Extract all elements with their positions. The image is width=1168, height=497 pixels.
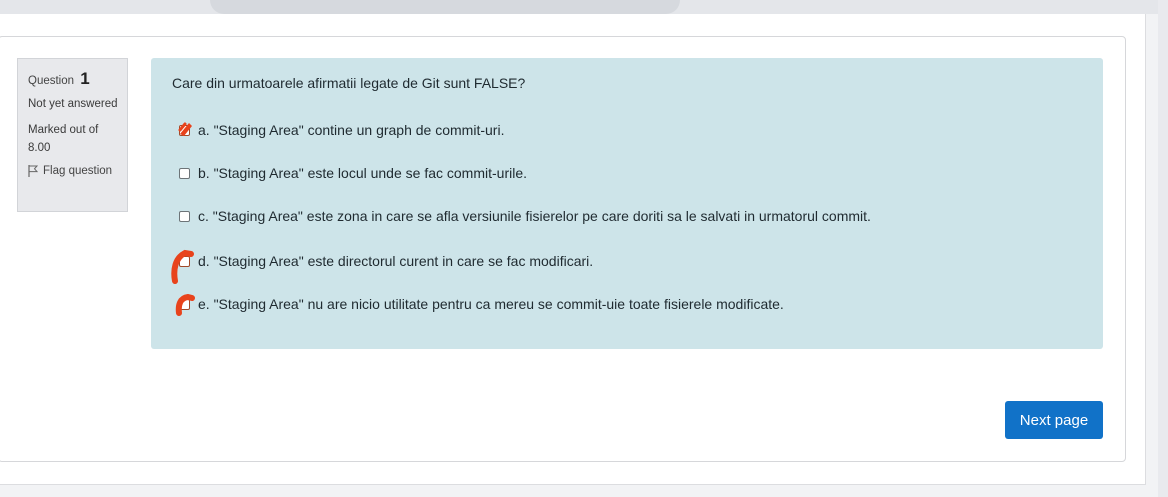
answer-checkbox-a[interactable] [179,124,190,136]
answer-letter-c: c. [198,208,209,224]
next-page-button[interactable]: Next page [1005,401,1103,439]
answer-letter-d: d. [198,253,210,269]
answer-option-c[interactable]: c. "Staging Area" este zona in care se a… [179,206,871,226]
window-right-edge [1158,0,1168,497]
question-text: Care din urmatoarele afirmatii legate de… [172,75,526,91]
answer-checkbox-e[interactable] [179,298,190,310]
question-number-line: Question 1 [28,69,119,89]
flag-question-label: Flag question [43,165,113,177]
question-info: Question 1 Not yet answered Marked out o… [17,58,128,212]
top-shade [210,0,680,14]
answer-text-d: "Staging Area" este directorul curent in… [213,253,594,269]
answer-text-c: "Staging Area" este zona in care se afla… [212,208,871,224]
browser-top-strip [0,0,1168,14]
answer-option-b[interactable]: b. "Staging Area" este locul unde se fac… [179,163,527,183]
answer-text-b: "Staging Area" este locul unde se fac co… [213,165,528,181]
answer-letter-a: a. [198,122,210,138]
question-status: Not yet answered [28,98,118,110]
answer-text-a: "Staging Area" contine un graph de commi… [213,122,505,138]
answer-checkbox-c[interactable] [179,210,190,222]
question-number: 1 [80,69,90,88]
answer-option-d[interactable]: d. "Staging Area" este directorul curent… [179,251,593,271]
answer-text-e: "Staging Area" nu are nicio utilitate pe… [213,296,784,312]
flag-icon [28,165,38,177]
answer-letter-e: e. [198,296,210,312]
answer-checkbox-d[interactable] [179,255,190,267]
answer-option-a[interactable]: a. "Staging Area" contine un graph de co… [179,120,504,140]
answer-letter-b: b. [198,165,210,181]
question-label: Question [28,75,75,87]
question-formulation: Care din urmatoarele afirmatii legate de… [151,58,1103,349]
question-marks: Marked out of 8.00 [28,124,99,154]
answer-checkbox-b[interactable] [179,167,190,179]
flag-question-link[interactable]: Flag question [28,165,119,177]
answer-option-e[interactable]: e. "Staging Area" nu are nicio utilitate… [179,294,784,314]
